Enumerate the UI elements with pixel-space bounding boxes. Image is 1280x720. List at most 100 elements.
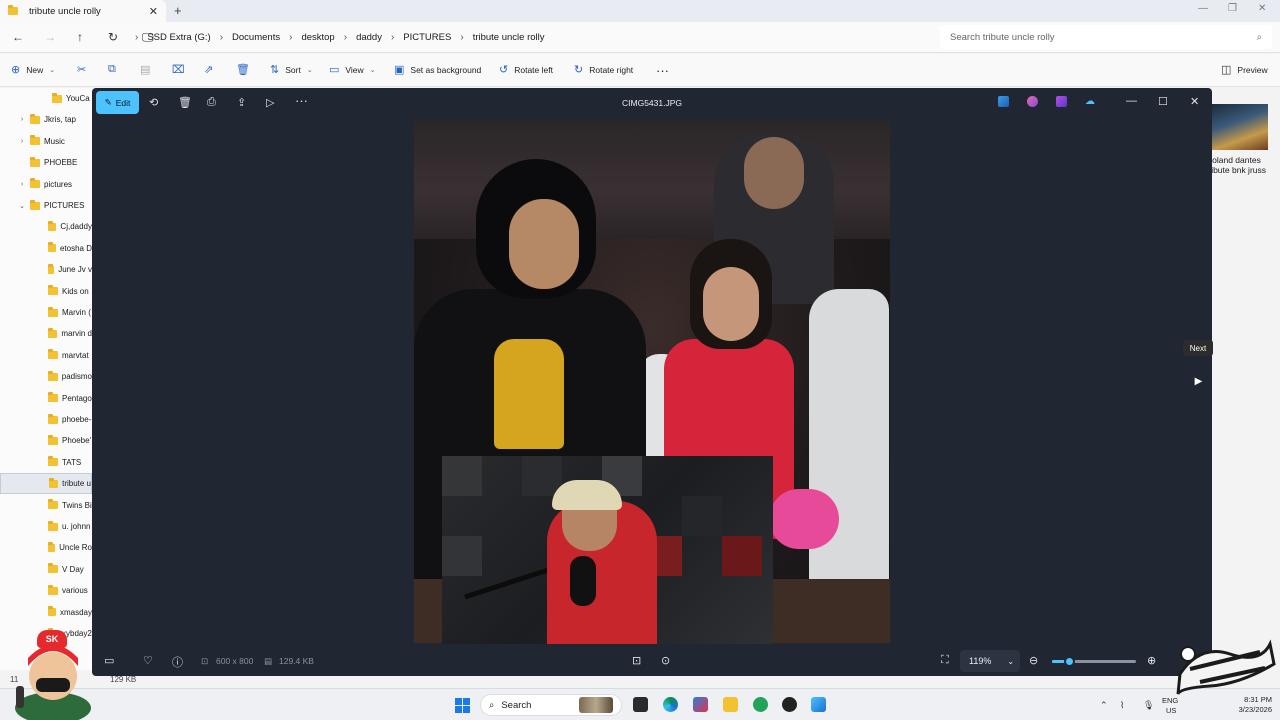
view-button[interactable]: ▭ View ⌄ [329, 63, 376, 76]
chevron-up-icon[interactable]: ⌃ [1100, 700, 1108, 711]
nav-folder-item[interactable]: phoebe- [0, 409, 92, 430]
maximize-icon[interactable]: ☐ [1158, 95, 1168, 108]
microphone-icon[interactable]: 🎙 [1143, 700, 1154, 711]
zoom-out-icon[interactable]: ⊖ [1029, 654, 1038, 667]
rename-button[interactable]: ⌧ [172, 63, 185, 76]
visual-search-icon[interactable]: ⊙ [661, 654, 670, 667]
zoom-select[interactable]: 119% ⌄ [960, 650, 1020, 672]
rotate-left-button[interactable]: ↺ Rotate left [499, 63, 553, 76]
taskbar-search[interactable]: ⌕ Search [480, 694, 622, 716]
new-tab-button[interactable]: + [174, 3, 182, 18]
close-tab-icon[interactable]: ✕ [149, 5, 158, 18]
nav-folder-item[interactable]: TATS [0, 452, 92, 473]
sort-button[interactable]: ⇅ Sort ⌄ [270, 63, 313, 76]
nav-folder-item[interactable]: various [0, 580, 92, 601]
zoom-slider[interactable] [1052, 656, 1136, 667]
zoom-slider-knob[interactable] [1063, 656, 1075, 667]
cloud-sync-icon[interactable]: ☁ [1085, 96, 1096, 107]
crop-select-icon[interactable]: ⊡ [632, 654, 641, 667]
clock-date[interactable]: 3/23/2026 [1226, 705, 1272, 714]
share-button[interactable]: ⇗ [204, 63, 213, 76]
new-button[interactable]: ⊕ New ⌄ [11, 63, 55, 76]
video-thumbnail[interactable] [1211, 104, 1268, 150]
app-icon-pink[interactable] [1027, 96, 1038, 107]
obs-icon[interactable] [782, 697, 797, 712]
set-background-button[interactable]: ▣ Set as background [394, 63, 481, 76]
task-view-icon[interactable] [633, 697, 648, 712]
fit-to-window-icon[interactable]: ⛶ [941, 654, 949, 667]
breadcrumb-pictures[interactable]: PICTURES [394, 32, 460, 43]
chevron-right-icon[interactable]: › [16, 138, 28, 145]
folder-icon [49, 477, 59, 488]
breadcrumb-current[interactable]: tribute uncle rolly [464, 32, 554, 43]
forward-icon[interactable]: → [44, 30, 56, 44]
photos-icon[interactable] [811, 697, 826, 712]
nav-folder-item[interactable]: tribute u [0, 473, 92, 495]
breadcrumb-desktop[interactable]: desktop [292, 32, 343, 43]
acoustic-panel [442, 456, 482, 496]
nav-folder-item[interactable]: u. johnn [0, 516, 92, 537]
nav-folder-label: marvtat [62, 350, 89, 360]
minimize-icon[interactable]: — [1126, 95, 1137, 107]
minimize-icon[interactable]: — [1198, 3, 1208, 14]
search-input[interactable]: Search tribute uncle rolly ⌕ [940, 25, 1272, 49]
copy-button[interactable]: ⧉ [108, 63, 116, 76]
nav-folder-item[interactable]: etosha D [0, 238, 92, 259]
nav-folder-item[interactable]: › pictures [0, 174, 92, 195]
breadcrumb-daddy[interactable]: daddy [347, 32, 391, 43]
edge-icon[interactable] [663, 697, 678, 712]
nav-folder-item[interactable]: Phoebe' [0, 430, 92, 451]
nav-folder-item[interactable]: V Day [0, 559, 92, 580]
explorer-tab[interactable]: tribute uncle rolly ✕ [0, 0, 166, 22]
nav-folder-item[interactable]: ⌄ PICTURES [0, 195, 92, 216]
nav-folder-item[interactable]: marvtat [0, 345, 92, 366]
refresh-icon[interactable]: ↻ [108, 30, 118, 44]
heart-icon[interactable]: ♡ [143, 654, 153, 667]
next-arrow-button[interactable]: ▶ [1190, 369, 1207, 393]
maximize-icon[interactable]: ❐ [1228, 3, 1237, 14]
close-icon[interactable]: ✕ [1190, 95, 1199, 108]
delete-button[interactable]: 🗑 [236, 63, 250, 76]
rotate-right-button[interactable]: ↻ Rotate right [574, 63, 633, 76]
nav-folder-item[interactable]: Marvin ( [0, 302, 92, 323]
up-icon[interactable]: ↑ [77, 30, 83, 44]
cut-button[interactable]: ✂ [77, 63, 86, 76]
filmstrip-icon[interactable]: ▭ [104, 654, 114, 667]
nav-folder-item[interactable]: June Jv v [0, 259, 92, 280]
folder-icon [48, 456, 58, 467]
copilot-icon[interactable] [693, 697, 708, 712]
nav-folder-item[interactable]: xmasday [0, 602, 92, 623]
more-options-button[interactable]: ··· [656, 63, 669, 78]
breadcrumb-drive[interactable]: SSD Extra (G:) [138, 32, 219, 43]
app-icon-purple[interactable] [1056, 96, 1067, 107]
breadcrumb-documents[interactable]: Documents [223, 32, 289, 43]
chevron-right-icon[interactable]: › [16, 181, 28, 188]
file-explorer-icon[interactable] [723, 697, 738, 712]
nav-folder-item[interactable]: Cj,daddy [0, 216, 92, 237]
chevron-right-icon[interactable]: › [16, 116, 28, 123]
close-window-icon[interactable]: ✕ [1258, 3, 1266, 14]
language-indicator-bottom[interactable]: US [1166, 706, 1176, 715]
chevron-down-icon[interactable]: ⌄ [16, 202, 28, 210]
nav-folder-item[interactable]: Kids on [0, 281, 92, 302]
back-icon[interactable]: ← [12, 30, 24, 44]
zoom-in-icon[interactable]: ⊕ [1147, 654, 1156, 667]
chat-app-icon[interactable] [753, 697, 768, 712]
nav-folder-item[interactable]: padismo [0, 366, 92, 387]
app-icon-blue[interactable] [998, 96, 1009, 107]
info-icon[interactable]: ⓘ [172, 654, 183, 670]
nav-folder-item[interactable]: PHOEBE [0, 152, 92, 173]
paste-button[interactable]: ▤ [140, 63, 150, 76]
network-icon[interactable]: ⌇ [1120, 700, 1124, 711]
nav-folder-item[interactable]: › Jkris, tap [0, 109, 92, 130]
nav-folder-item[interactable]: Uncle Ro [0, 537, 92, 558]
nav-folder-item[interactable]: marvin d [0, 323, 92, 344]
preview-pane-button[interactable]: ◫ Preview [1221, 63, 1268, 76]
nav-folder-label: Pentago [62, 393, 92, 403]
nav-folder-item[interactable]: › Music [0, 131, 92, 152]
windows-start-icon[interactable] [455, 698, 470, 713]
thumbnail-caption[interactable]: Roland dantes tribute bnk jruss [1206, 155, 1280, 175]
nav-folder-item[interactable]: Twins Bi [0, 495, 92, 516]
nav-folder-item[interactable]: YouCa [0, 88, 92, 109]
nav-folder-item[interactable]: Pentago [0, 388, 92, 409]
